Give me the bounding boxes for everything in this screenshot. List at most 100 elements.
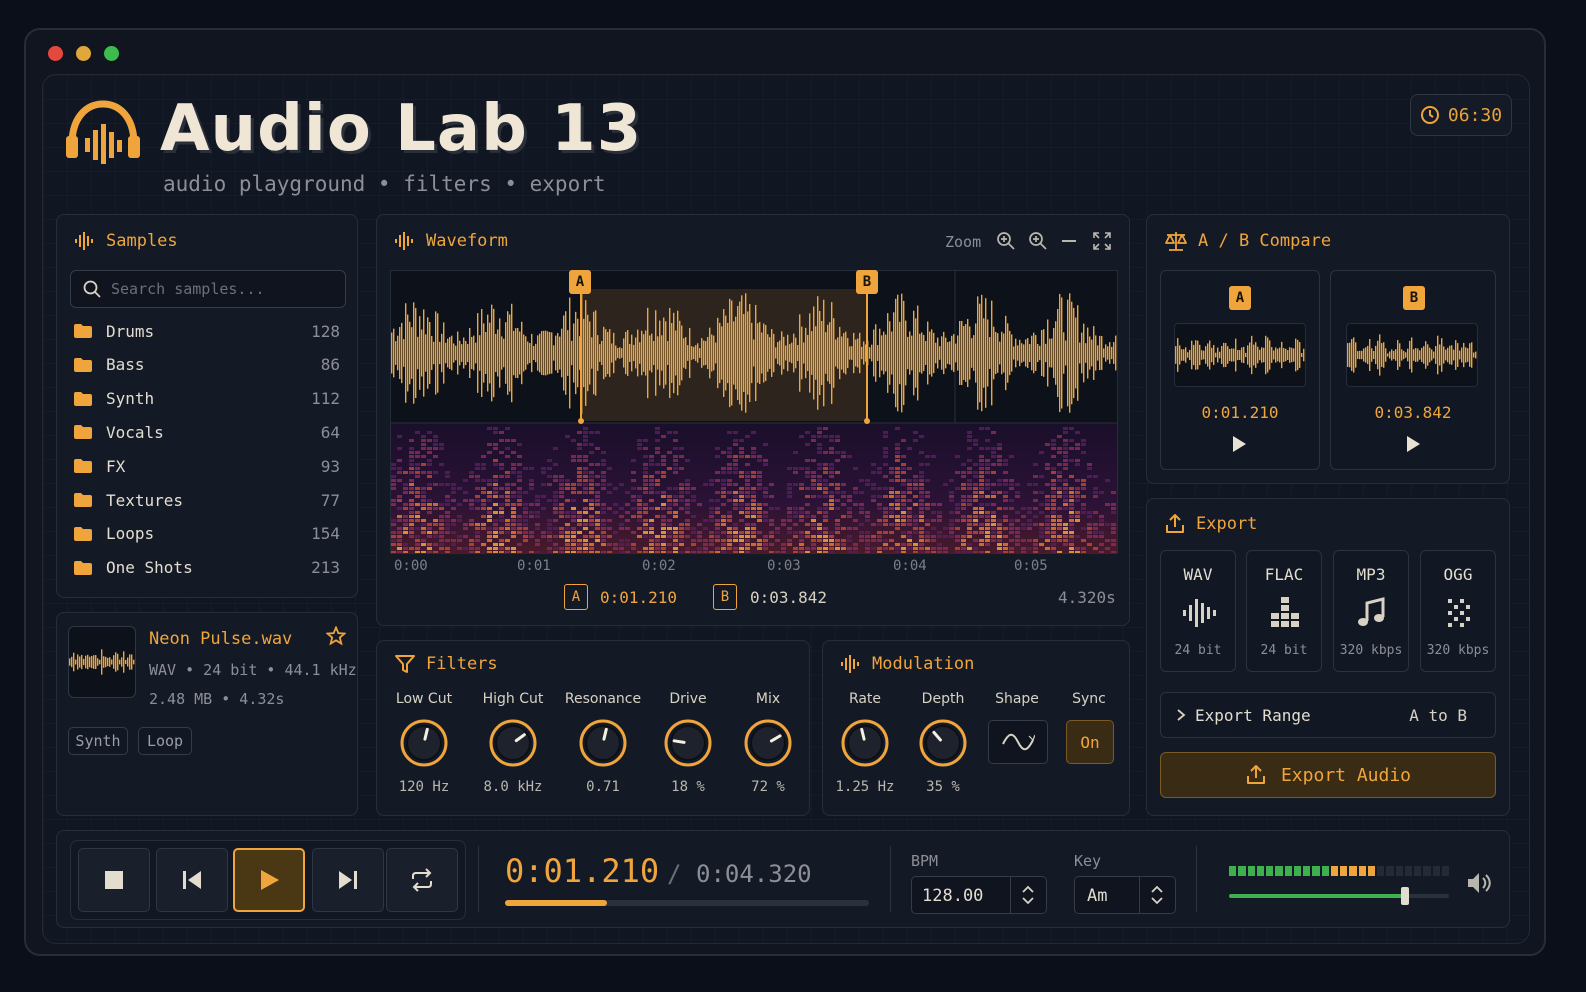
next-button[interactable] [312, 848, 384, 912]
sync-label: Sync [1072, 691, 1106, 707]
compare-b-badge: B [1403, 286, 1425, 310]
sample-category-count: 112 [311, 389, 340, 409]
filter-knob-value: 8.0 kHz [483, 779, 543, 795]
zoom-out-icon[interactable] [1060, 231, 1078, 251]
sample-category-3[interactable]: Vocals 64 [74, 419, 340, 445]
meter-segment [1377, 866, 1385, 876]
sample-category-4[interactable]: FX 93 [74, 453, 340, 479]
marker-a-badge: A [564, 584, 588, 610]
filter-knob-mix[interactable] [743, 718, 793, 768]
search-placeholder: Search samples... [111, 280, 265, 298]
playback-progress[interactable] [505, 900, 869, 906]
waveform-icon [1183, 599, 1216, 627]
format-ogg[interactable]: OGG 320 kbps [1420, 550, 1496, 672]
speaker-icon[interactable] [1466, 870, 1494, 896]
waveform-header: Waveform [394, 230, 508, 252]
marker-a-handle[interactable]: A [569, 270, 591, 294]
export-range-row[interactable]: Export Range A to B [1160, 692, 1496, 738]
chevron-updown-icon[interactable] [1020, 884, 1036, 906]
volume-slider[interactable] [1229, 887, 1449, 905]
waveform-display[interactable] [390, 270, 1118, 554]
volume-fill [1229, 894, 1405, 898]
export-title: Export [1196, 514, 1258, 534]
sample-category-count: 77 [320, 490, 340, 510]
filter-icon [395, 655, 415, 673]
marker-b-handle[interactable]: B [856, 270, 878, 294]
format-mp3[interactable]: MP3 320 kbps [1333, 550, 1409, 672]
zoom-in-alt-icon[interactable] [1028, 231, 1048, 251]
meter-segment [1266, 866, 1274, 876]
skip-forward-icon [339, 871, 357, 889]
format-wav[interactable]: WAV 24 bit [1160, 550, 1236, 672]
level-meter [1229, 866, 1449, 876]
meter-segment [1247, 866, 1255, 876]
tag-synth[interactable]: Synth [68, 727, 128, 755]
timeline-tick-1: 0:01 [517, 558, 551, 574]
export-audio-button[interactable]: Export Audio [1160, 752, 1496, 798]
filter-knob-value: 0.71 [586, 779, 620, 795]
rate-knob[interactable] [840, 718, 890, 768]
sample-category-7[interactable]: One Shots 213 [74, 555, 340, 581]
minimize-window-button[interactable] [76, 46, 91, 61]
play-button[interactable] [233, 848, 305, 912]
filter-knob-label: Mix [755, 691, 781, 707]
filter-knob-drive[interactable] [663, 718, 713, 768]
filter-knob-label: Low Cut [395, 691, 453, 707]
search-input[interactable]: Search samples... [70, 270, 346, 308]
chevron-updown-icon[interactable] [1149, 884, 1165, 906]
sample-category-2[interactable]: Synth 112 [74, 386, 340, 412]
filter-knob-resonance[interactable] [578, 718, 628, 768]
export-header: Export [1164, 513, 1257, 535]
stop-button[interactable] [78, 848, 150, 912]
upload-icon [1246, 765, 1265, 784]
key-selector[interactable]: Am [1074, 876, 1176, 914]
sample-category-5[interactable]: Textures 77 [74, 487, 340, 513]
play-a-icon[interactable] [1230, 434, 1248, 454]
format-flac[interactable]: FLAC 24 bit [1246, 550, 1322, 672]
window-controls [48, 46, 119, 61]
marker-b-badge: B [713, 584, 737, 610]
tag-loop[interactable]: Loop [138, 727, 192, 755]
depth-knob[interactable] [918, 718, 968, 768]
filter-knob-high-cut[interactable] [488, 718, 538, 768]
volume-thumb[interactable] [1401, 887, 1409, 905]
sample-category-name: Vocals [106, 422, 164, 442]
clock-icon [1420, 106, 1439, 124]
play-icon [261, 870, 279, 890]
sample-category-count: 93 [320, 456, 340, 476]
meter-segment [1404, 866, 1412, 876]
filter-knob-low-cut[interactable] [399, 718, 449, 768]
sample-category-6[interactable]: Loops 154 [74, 521, 340, 547]
bpm-stepper[interactable]: 128.00 [911, 876, 1047, 914]
folder-icon [74, 425, 92, 440]
meter-segment [1229, 866, 1237, 876]
meter-segment [1395, 866, 1403, 876]
maximize-window-button[interactable] [104, 46, 119, 61]
previous-button[interactable] [156, 848, 228, 912]
search-icon [83, 280, 101, 298]
format-flac-name: FLAC [1264, 565, 1304, 584]
sample-category-name: One Shots [106, 558, 193, 578]
favorite-star-icon[interactable] [326, 626, 346, 646]
fullscreen-icon[interactable] [1092, 231, 1112, 251]
sample-category-name: Synth [106, 389, 155, 409]
sample-category-0[interactable]: Drums 128 [74, 318, 340, 344]
meter-segment [1358, 866, 1366, 876]
sync-toggle[interactable]: On [1066, 720, 1114, 764]
compare-a-wave [1174, 323, 1306, 387]
meter-segment [1275, 866, 1283, 876]
loop-button[interactable] [386, 848, 458, 912]
sample-category-count: 64 [320, 422, 340, 442]
shape-selector[interactable] [988, 720, 1048, 764]
sample-category-1[interactable]: Bass 86 [74, 352, 340, 378]
play-b-icon[interactable] [1404, 434, 1422, 454]
close-window-button[interactable] [48, 46, 63, 61]
meter-segment [1330, 866, 1338, 876]
zoom-in-icon[interactable] [996, 231, 1016, 251]
meter-segment [1432, 866, 1440, 876]
filter-knob-label: High Cut [482, 691, 544, 707]
sample-category-count: 86 [320, 355, 340, 375]
filters-title: Filters [426, 654, 498, 674]
folder-icon [74, 391, 92, 406]
waveform-icon [75, 232, 93, 250]
